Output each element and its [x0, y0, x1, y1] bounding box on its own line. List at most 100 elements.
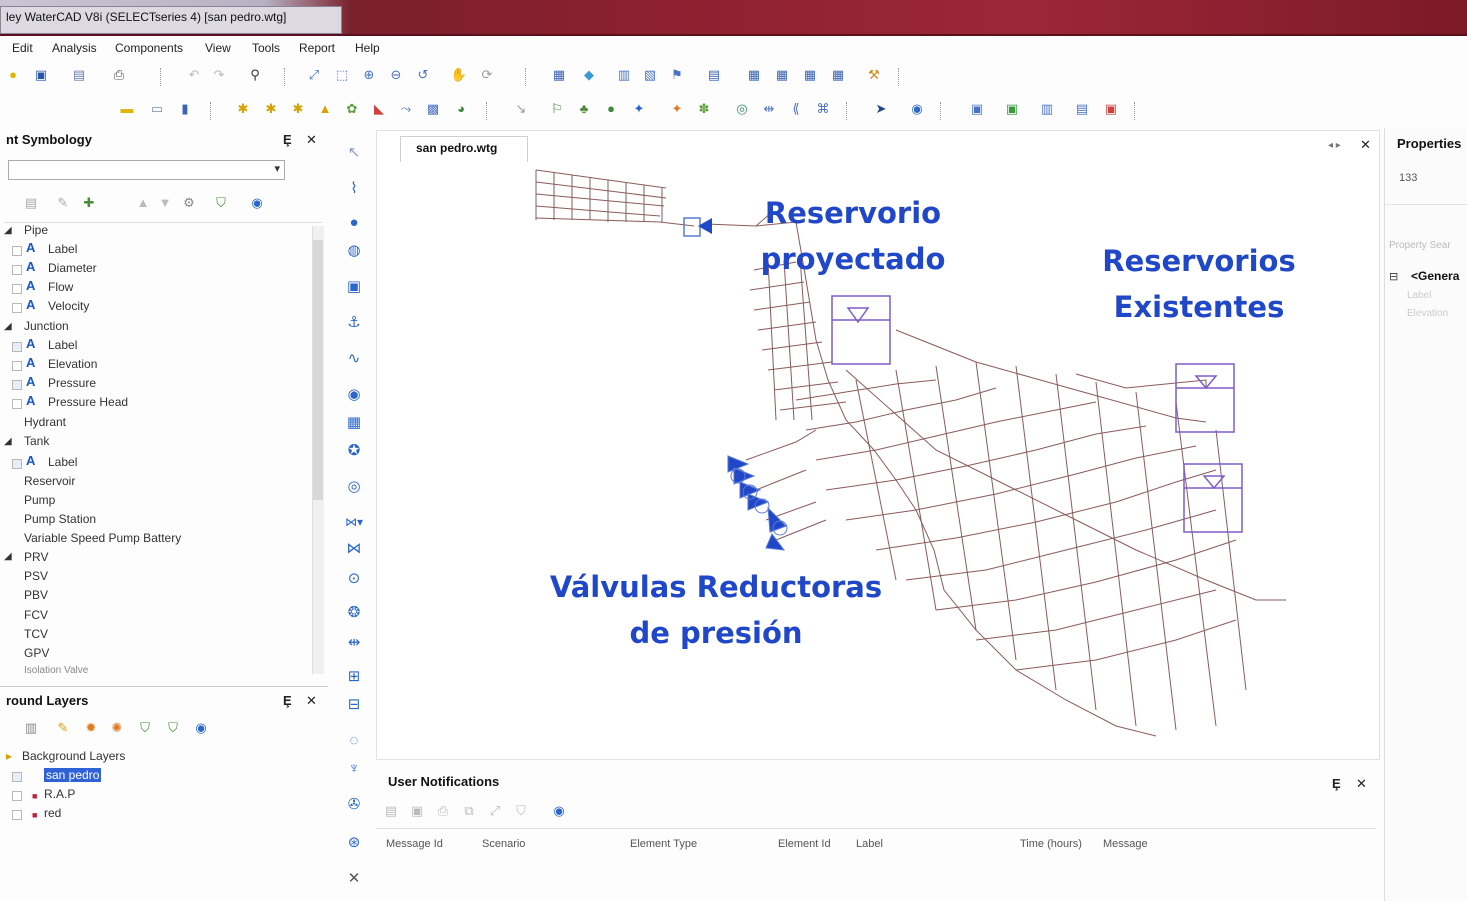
- darwin-designer-icon[interactable]: ⤳: [397, 100, 415, 118]
- controls-icon[interactable]: ▣: [1003, 100, 1021, 118]
- edit-icon[interactable]: ✎: [54, 194, 72, 212]
- other-tool-icon[interactable]: ⊛: [344, 832, 364, 852]
- menu-view[interactable]: View: [205, 41, 231, 55]
- filter-icon[interactable]: ⛉: [512, 802, 530, 820]
- tree-item-diameter[interactable]: Diameter: [48, 261, 97, 275]
- periodic-head-flow-tool-icon[interactable]: ❂: [344, 602, 364, 622]
- details-icon[interactable]: ▤: [382, 802, 400, 820]
- checkbox-checked[interactable]: [12, 459, 22, 469]
- tree-item-psv[interactable]: PSV: [24, 569, 48, 583]
- loadbuilder-icon[interactable]: ✱: [289, 100, 307, 118]
- help-icon[interactable]: ◉: [550, 802, 568, 820]
- column-element-id[interactable]: Element Id: [778, 838, 831, 850]
- tree-item-tank[interactable]: Tank: [24, 434, 49, 448]
- filter-icon[interactable]: ⛉: [136, 719, 154, 737]
- tree-item-pbv[interactable]: PBV: [24, 588, 48, 602]
- expand-icon[interactable]: ◢: [4, 321, 12, 332]
- open-folder-icon[interactable]: ▬: [118, 100, 136, 118]
- select-by-icon[interactable]: ↘: [512, 100, 530, 118]
- zoom-out-icon[interactable]: ⊖: [387, 66, 405, 84]
- export-icon[interactable]: ▭: [148, 100, 166, 118]
- reservoir-tool-icon[interactable]: ⚓: [344, 312, 364, 332]
- print-icon[interactable]: ⎙: [110, 66, 128, 84]
- flextables-icon[interactable]: ▤: [705, 66, 723, 84]
- column-label[interactable]: Label: [856, 838, 883, 850]
- filter-clear-icon[interactable]: ⛉: [164, 719, 182, 737]
- tree-item-junction-label[interactable]: Label: [48, 338, 77, 352]
- tree-item-isolation-valve[interactable]: Isolation Valve: [24, 665, 88, 676]
- pin-icon[interactable]: Ȩ: [283, 132, 292, 147]
- zoom-extents-icon[interactable]: ⤢: [305, 66, 323, 84]
- checkbox[interactable]: [12, 246, 22, 256]
- checkbox-checked[interactable]: [12, 380, 22, 390]
- find-icon[interactable]: ⚲: [246, 66, 264, 84]
- close-icon[interactable]: ✕: [306, 693, 317, 709]
- tree-item-pipe-label[interactable]: Label: [48, 242, 77, 256]
- network-navigator-icon[interactable]: ◎: [733, 100, 751, 118]
- new-icon[interactable]: ●: [4, 66, 22, 84]
- profile-icon[interactable]: ▦: [773, 66, 791, 84]
- pressure-zone-icon[interactable]: ⚐: [548, 100, 566, 118]
- flushing-icon[interactable]: ●: [602, 100, 620, 118]
- print-preview-icon[interactable]: ▤: [70, 66, 88, 84]
- close-icon[interactable]: ✕: [1356, 776, 1367, 792]
- collapse-icon[interactable]: ⊟: [1389, 270, 1398, 283]
- help-icon[interactable]: ◉: [248, 194, 266, 212]
- add-layer-icon[interactable]: ✹: [82, 719, 100, 737]
- tree-item-hydrant[interactable]: Hydrant: [24, 415, 66, 429]
- checkbox-checked[interactable]: [12, 342, 22, 352]
- new-layer-icon[interactable]: ▥: [22, 719, 40, 737]
- menu-analysis[interactable]: Analysis: [52, 41, 97, 55]
- close-icon[interactable]: ✕: [306, 132, 317, 148]
- remove-layer-icon[interactable]: ✺: [108, 719, 126, 737]
- checkbox-checked[interactable]: [12, 772, 22, 782]
- expand-icon[interactable]: ◢: [4, 225, 12, 236]
- menu-tools[interactable]: Tools: [252, 41, 280, 55]
- zoom-window-icon[interactable]: ⬚: [333, 66, 351, 84]
- calculation-options-icon[interactable]: ▥: [615, 66, 633, 84]
- copy-icon[interactable]: ⧉: [460, 802, 478, 820]
- help-icon[interactable]: ◉: [192, 719, 210, 737]
- zoom-to-icon[interactable]: ⤢: [486, 802, 504, 820]
- hyperlinks-icon[interactable]: ▣: [968, 100, 986, 118]
- alternatives-icon[interactable]: ◆: [580, 66, 598, 84]
- tree-item-vspb[interactable]: Variable Speed Pump Battery: [24, 531, 181, 545]
- options-icon[interactable]: ⚒: [865, 66, 883, 84]
- checkbox[interactable]: [12, 265, 22, 275]
- pump-tool-icon[interactable]: ∿: [344, 348, 364, 368]
- hydropneumatic-tank-tool-icon[interactable]: ⊟: [344, 694, 364, 714]
- engineering-libraries-icon[interactable]: ▣: [1102, 100, 1120, 118]
- patterns-icon[interactable]: ▥: [1038, 100, 1056, 118]
- junction-tool-icon[interactable]: ●: [344, 212, 364, 232]
- layer-red[interactable]: red: [44, 806, 61, 820]
- database-icon[interactable]: ▮: [176, 100, 194, 118]
- edit-layer-icon[interactable]: ✎: [54, 719, 72, 737]
- tree-item-pump[interactable]: Pump: [24, 493, 55, 507]
- checkbox[interactable]: [12, 361, 22, 371]
- save-icon[interactable]: ▣: [408, 802, 426, 820]
- model-builder-icon[interactable]: ✱: [234, 100, 252, 118]
- undo-icon[interactable]: ↶: [185, 66, 203, 84]
- tree-item-pressure[interactable]: Pressure: [48, 376, 96, 390]
- column-element-type[interactable]: Element Type: [630, 838, 697, 850]
- tank-tool-icon[interactable]: ▣: [344, 276, 364, 296]
- turbine-tool-icon[interactable]: ⊙: [344, 568, 364, 588]
- layer-rap[interactable]: R.A.P: [44, 787, 75, 801]
- tree-item-junction[interactable]: Junction: [24, 319, 69, 333]
- results-icon[interactable]: ⚑: [668, 66, 686, 84]
- tree-item-pipe[interactable]: Pipe: [24, 223, 48, 237]
- zoom-in-icon[interactable]: ⊕: [360, 66, 378, 84]
- checkbox[interactable]: [12, 303, 22, 313]
- scenarios-icon[interactable]: ▦: [550, 66, 568, 84]
- menu-components[interactable]: Components: [115, 41, 183, 55]
- menu-help[interactable]: Help: [355, 41, 380, 55]
- discharge-tool-icon[interactable]: ♆: [344, 758, 364, 778]
- pipe-tool-icon[interactable]: ⌇: [344, 178, 364, 198]
- water-quality-icon[interactable]: ✦: [668, 100, 686, 118]
- tree-item-flow[interactable]: Flow: [48, 280, 73, 294]
- route-icon[interactable]: ⟪: [787, 100, 805, 118]
- layer-background-layers[interactable]: Background Layers: [22, 749, 125, 763]
- column-scenario[interactable]: Scenario: [482, 838, 525, 850]
- property-search-input[interactable]: Property Sear: [1389, 240, 1451, 251]
- delete-icon[interactable]: ✕: [344, 868, 364, 888]
